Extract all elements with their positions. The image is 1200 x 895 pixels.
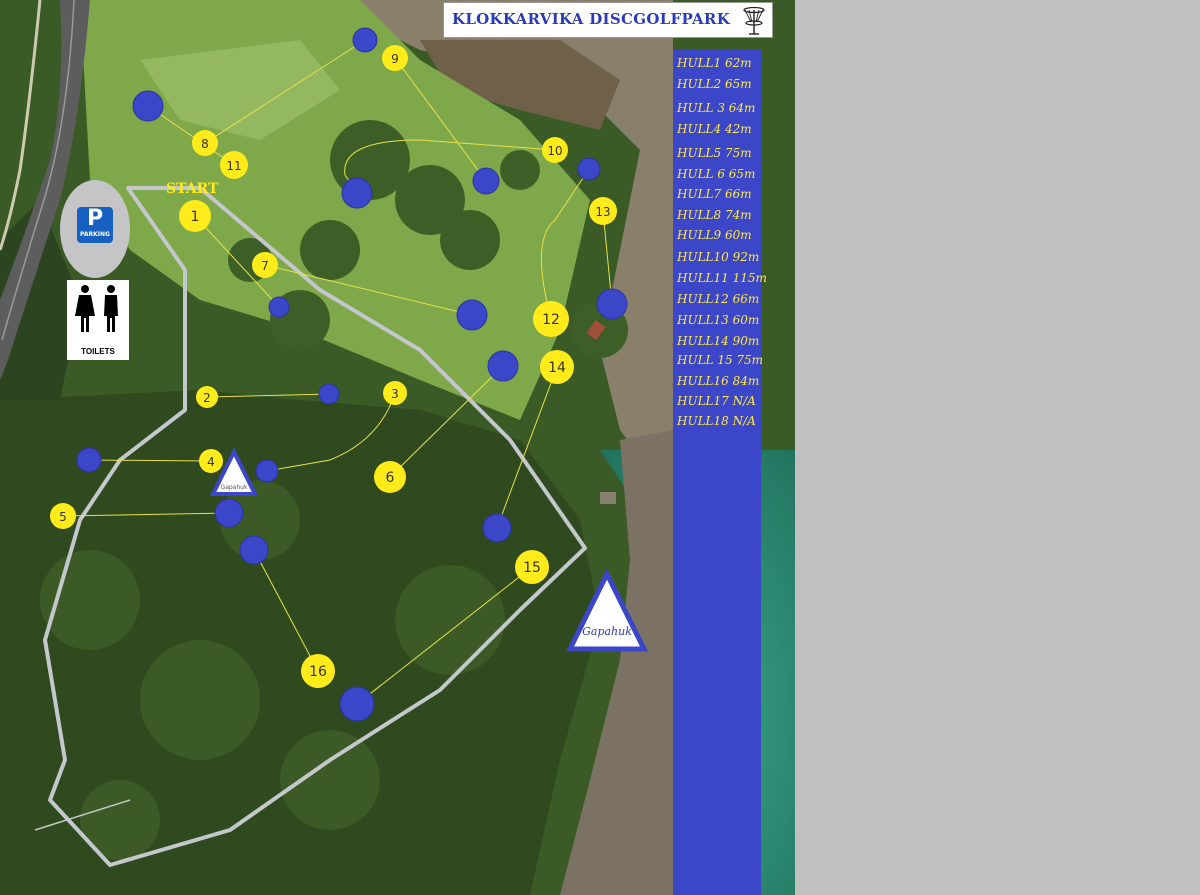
hole-list-item: HULL10 92m (677, 250, 760, 264)
tee-number: 6 (386, 470, 395, 486)
disc-golf-basket-icon (743, 6, 765, 35)
tee-number: 16 (309, 664, 327, 680)
tee-marker: 6 (374, 461, 406, 493)
tee-marker: 8 (192, 130, 218, 156)
tee-number: 15 (523, 560, 541, 576)
tee-marker: 16 (301, 654, 335, 688)
basket-marker (339, 686, 375, 722)
tee-number: 9 (391, 52, 399, 66)
tee-marker: 5 (50, 503, 76, 529)
hole-list-item: HULL4 42m (677, 122, 752, 136)
basket-marker (596, 288, 628, 320)
hole-list-panel: HULL1 62m HULL2 65m HULL 3 64m HULL4 42m HUL… (673, 50, 767, 895)
tee-marker: 2 (196, 386, 218, 408)
parking-symbol: P (86, 206, 104, 231)
tee-number: 5 (59, 510, 67, 524)
hole-list-item: HULL1 62m (677, 56, 752, 70)
tee-marker: 4 (199, 449, 223, 473)
start-label: START (166, 181, 219, 197)
basket-marker (268, 296, 290, 318)
parking-icon: P PARKING (77, 207, 113, 243)
basket-marker (487, 350, 519, 382)
hole-list-item: HULL13 60m (677, 313, 760, 327)
hole-list-item: HULL16 84m (677, 374, 760, 388)
hole-list-item: HULL 6 65m (677, 167, 756, 181)
title-banner: KLOKKARVIKA DISCGOLFPARK (443, 2, 773, 38)
hole-list-item: HULL5 75m (677, 146, 752, 160)
tee-marker: 11 (220, 151, 248, 179)
parking-area: P PARKING (60, 180, 130, 278)
tee-number: 13 (595, 205, 610, 219)
basket-marker (239, 535, 269, 565)
hole-list-item: HULL 3 64m (677, 101, 756, 115)
hole-list-item: HULL18 N/A (677, 414, 756, 428)
hole-list-item: HULL9 60m (677, 228, 752, 242)
toilets-sign: TOILETS (67, 280, 129, 360)
basket-marker (76, 447, 102, 473)
hole-list-item: HULL12 66m (677, 292, 760, 306)
shed (600, 492, 616, 504)
tee-number: 11 (226, 159, 241, 173)
basket-marker (132, 90, 164, 122)
tee-number: 12 (542, 312, 560, 328)
basket-marker (255, 459, 279, 483)
basket-marker (482, 513, 512, 543)
basket-marker (456, 299, 488, 331)
basket-marker (352, 27, 378, 53)
tee-marker: 14 (540, 350, 574, 384)
hole-list-item: HULL14 90m (677, 334, 760, 348)
basket-marker (341, 177, 373, 209)
shelter-label: Gapahuk (221, 484, 248, 491)
hole-list-item: HULL11 115m (677, 271, 767, 285)
tee-marker: 13 (589, 197, 617, 225)
tee-number: 8 (201, 137, 209, 151)
tee-marker: 3 (383, 381, 407, 405)
tee-marker: 15 (515, 550, 549, 584)
hole-list-item: HULL7 66m (677, 187, 752, 201)
tee-number: 7 (261, 259, 269, 273)
tee-number: 2 (203, 391, 211, 405)
toilets-label: TOILETS (81, 347, 115, 356)
aerial-map: 12 345678910111213141516 START Gapahuk Ga… (0, 0, 795, 895)
hole-list-item: HULL 15 75m (677, 353, 764, 367)
tee-number: 3 (391, 387, 399, 401)
hole-list-item: HULL17 N/A (677, 394, 756, 408)
tee-marker: 1 (179, 200, 211, 232)
basket-marker (577, 157, 601, 181)
basket-marker (214, 498, 244, 528)
tee-number: 14 (548, 360, 566, 376)
tee-number: 4 (207, 455, 215, 469)
tee-number: 10 (547, 144, 562, 158)
tee-marker: 12 (533, 301, 569, 337)
tee-number: 1 (191, 209, 200, 225)
basket-marker (472, 167, 500, 195)
map-title: KLOKKARVIKA DISCGOLFPARK (452, 10, 731, 28)
hole-list-item: HULL8 74m (677, 208, 752, 222)
toilet-icon (75, 285, 118, 332)
basket-marker (318, 383, 340, 405)
tee-marker: 7 (252, 252, 278, 278)
hole-list-item: HULL2 65m (677, 77, 752, 91)
parking-label: PARKING (80, 231, 110, 238)
tee-marker: 10 (542, 137, 568, 163)
shelter-label: Gapahuk (582, 625, 632, 638)
tee-marker: 9 (382, 45, 408, 71)
